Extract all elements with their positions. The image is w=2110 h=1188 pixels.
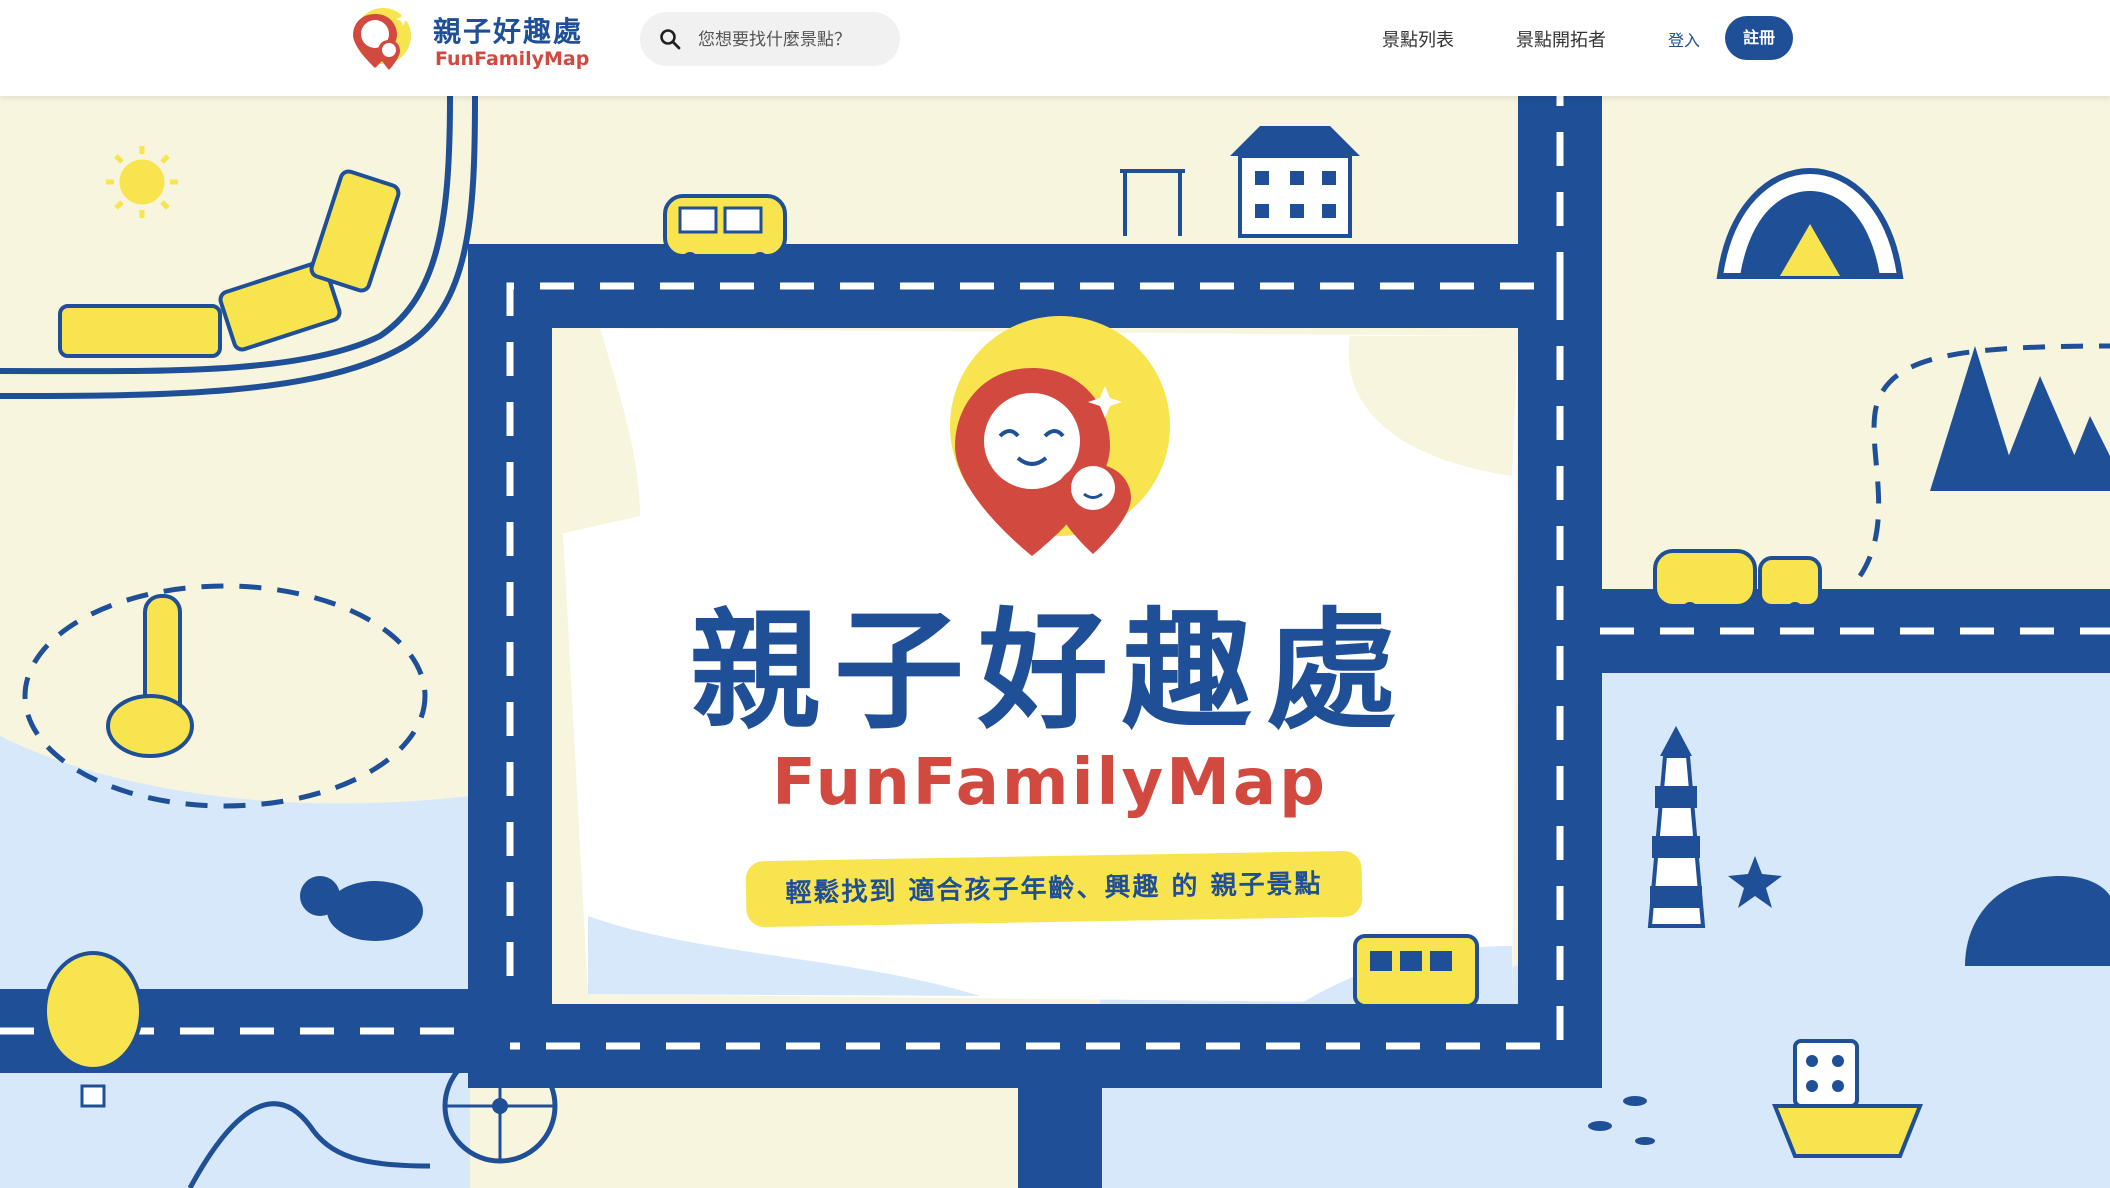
hero-subtitle: FunFamilyMap: [772, 746, 1328, 820]
logo-subtitle: FunFamilyMap: [435, 48, 590, 70]
site-logo[interactable]: 親子好趣處 FunFamilyMap: [345, 6, 595, 74]
tagline-banner: 輕鬆找到 適合孩子年齡、興趣 的 親子景點: [745, 850, 1363, 928]
tagline-text: 輕鬆找到 適合孩子年齡、興趣 的 親子景點: [785, 869, 1323, 909]
taxi-icon: [663, 194, 787, 268]
top-navbar: 親子好趣處 FunFamilyMap 景點列表 景點開拓者 登入 註冊: [0, 0, 2110, 96]
search-icon: [660, 29, 681, 50]
login-link[interactable]: 登入: [1668, 27, 1700, 51]
nav-attraction-list[interactable]: 景點列表: [1382, 26, 1454, 52]
nav-attraction-pioneer[interactable]: 景點開拓者: [1516, 26, 1606, 52]
search-bar[interactable]: [640, 12, 900, 66]
hero-title: 親子好趣處: [689, 595, 1410, 747]
tram-icon: [1353, 934, 1479, 1008]
search-input[interactable]: [696, 25, 890, 55]
ferris-wheel-icon: [442, 1048, 558, 1164]
caravan-icon: [1653, 549, 1822, 618]
hero-banner: 親子好趣處 FunFamilyMap 輕鬆找到 適合孩子年齡、興趣 的 親子景點: [0, 96, 2110, 1188]
logo-pin-icon: [353, 8, 411, 70]
logo-title: 親子好趣處: [433, 15, 584, 48]
register-button[interactable]: 註冊: [1725, 16, 1793, 60]
